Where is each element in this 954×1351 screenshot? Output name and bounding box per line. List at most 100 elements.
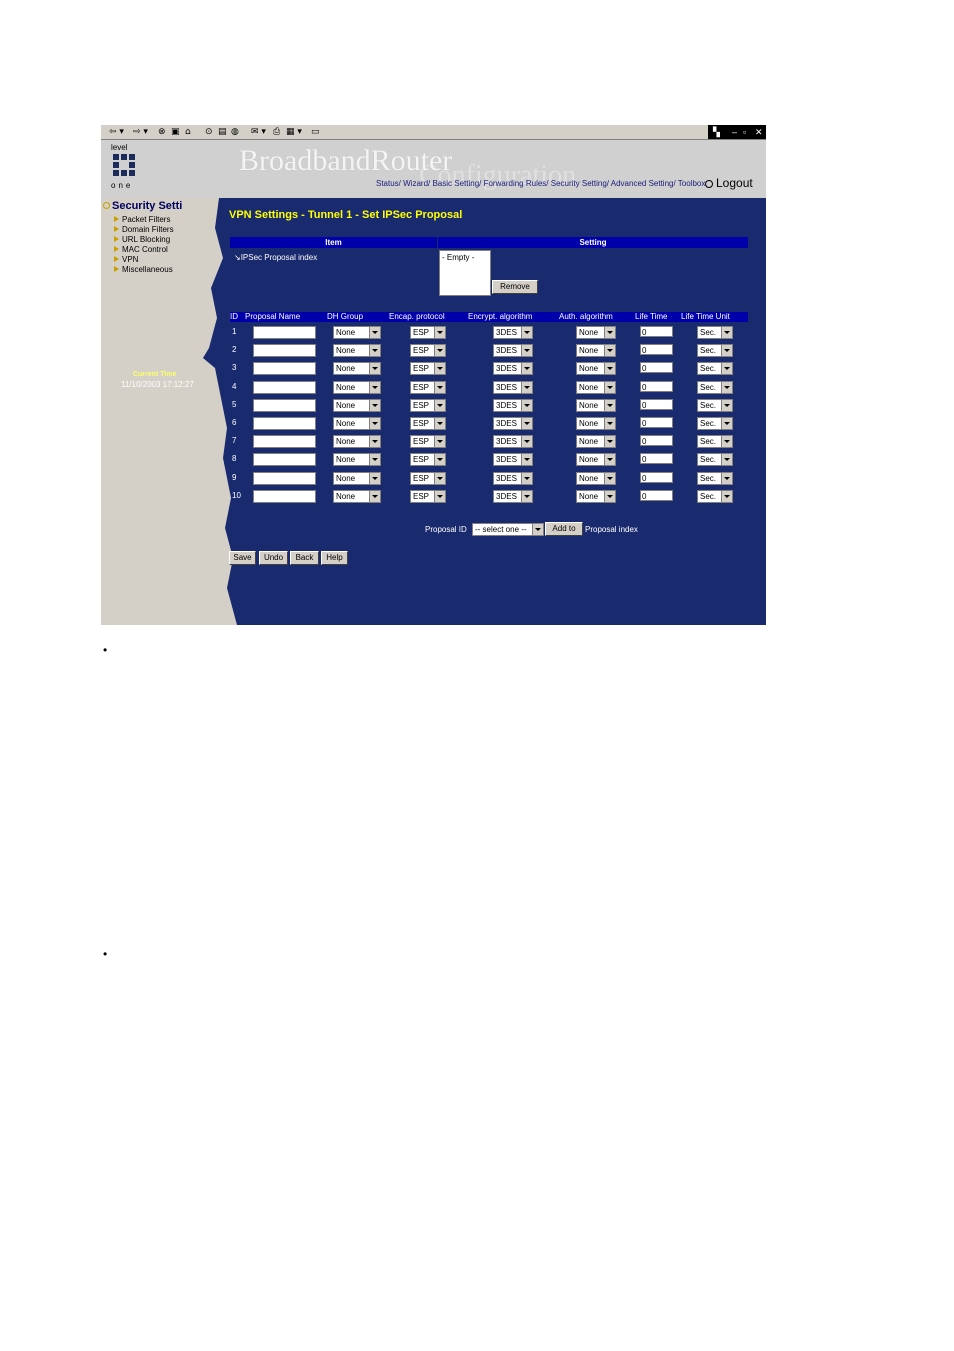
dh-group-select[interactable]: None [333, 435, 381, 449]
encap-protocol-select[interactable]: ESP [410, 417, 446, 430]
life-time-unit-select[interactable]: Sec. [697, 417, 733, 430]
life-time-unit-select[interactable]: Sec. [697, 453, 733, 467]
save-button[interactable]: Save [229, 551, 256, 565]
encap-protocol-select[interactable]: ESP [410, 435, 446, 449]
life-time-unit-select[interactable]: Sec. [697, 344, 733, 358]
encap-protocol-select[interactable]: ESP [410, 398, 446, 412]
life-time-input[interactable]: 0 [640, 344, 673, 356]
back-button[interactable]: Back [290, 551, 319, 565]
life-time-input[interactable]: 0 [640, 435, 673, 447]
encap-protocol-select[interactable]: ESP [410, 489, 446, 503]
proposal-name-input[interactable] [253, 435, 316, 449]
stop-icon[interactable]: ⊗ [158, 127, 166, 137]
encrypt-algorithm-select[interactable]: 3DES [493, 417, 533, 430]
dh-group-select[interactable]: None [333, 380, 381, 394]
sidebar-item-url-blocking[interactable]: URL Blocking [114, 235, 170, 244]
proposal-name-input[interactable] [253, 471, 316, 485]
proposal-name-input[interactable] [253, 326, 316, 339]
life-time-input[interactable]: 0 [640, 326, 673, 337]
proposal-name-input[interactable] [253, 344, 316, 358]
life-time-unit-select[interactable]: Sec. [697, 435, 733, 449]
dh-group-select[interactable]: None [333, 417, 381, 430]
help-button[interactable]: Help [321, 551, 348, 565]
auth-algorithm-select[interactable]: None [576, 435, 616, 449]
home-icon[interactable]: ⌂ [185, 127, 191, 137]
auth-algorithm-select[interactable]: None [576, 453, 616, 467]
sidebar-item-miscellaneous[interactable]: Miscellaneous [114, 265, 173, 274]
auth-algorithm-select[interactable]: None [576, 489, 616, 503]
life-time-input[interactable]: 0 [640, 471, 673, 483]
history-icon[interactable]: ◍ [231, 127, 239, 137]
encrypt-algorithm-select[interactable]: 3DES [493, 489, 533, 503]
life-time-input[interactable]: 0 [640, 380, 673, 392]
encap-protocol-select[interactable]: ESP [410, 471, 446, 485]
proposal-name-input[interactable] [253, 380, 316, 394]
dh-group-select[interactable]: None [333, 362, 381, 376]
forward-arrow-icon[interactable]: ⇨ ▾ [133, 127, 148, 137]
edit-icon[interactable]: ▦ ▾ [286, 127, 302, 137]
proposal-name-input[interactable] [253, 362, 316, 376]
refresh-icon[interactable]: ▣ [171, 127, 180, 137]
add-to-button[interactable]: Add to [545, 522, 583, 536]
life-time-unit-select[interactable]: Sec. [697, 398, 733, 412]
dh-group-select[interactable]: None [333, 326, 381, 339]
life-time-input[interactable]: 0 [640, 398, 673, 410]
encrypt-algorithm-select[interactable]: 3DES [493, 453, 533, 467]
encap-protocol-select[interactable]: ESP [410, 344, 446, 358]
minimize-icon[interactable]: – [732, 125, 737, 139]
encrypt-algorithm-select[interactable]: 3DES [493, 362, 533, 376]
favorites-icon[interactable]: ▤ [218, 127, 227, 137]
auth-algorithm-select[interactable]: None [576, 362, 616, 376]
proposal-name-input[interactable] [253, 489, 316, 503]
dh-group-select[interactable]: None [333, 344, 381, 358]
back-arrow-icon[interactable]: ⇦ ▾ [109, 127, 124, 137]
proposal-name-input[interactable] [253, 398, 316, 412]
remove-button[interactable]: Remove [492, 280, 538, 294]
encrypt-algorithm-select[interactable]: 3DES [493, 435, 533, 449]
sidebar-title[interactable]: Security Setti [103, 200, 182, 212]
auth-algorithm-select[interactable]: None [576, 344, 616, 358]
encap-protocol-select[interactable]: ESP [410, 362, 446, 376]
restore-icon[interactable]: ▫ [743, 125, 746, 139]
undo-button[interactable]: Undo [259, 551, 288, 565]
auth-algorithm-select[interactable]: None [576, 398, 616, 412]
dh-group-select[interactable]: None [333, 489, 381, 503]
dh-group-select[interactable]: None [333, 471, 381, 485]
auth-algorithm-select[interactable]: None [576, 326, 616, 339]
encrypt-algorithm-select[interactable]: 3DES [493, 471, 533, 485]
life-time-input[interactable]: 0 [640, 417, 673, 428]
auth-algorithm-select[interactable]: None [576, 417, 616, 430]
proposal-index-listbox[interactable]: - Empty - [439, 250, 491, 296]
discuss-icon[interactable]: ▭ [311, 127, 320, 137]
mail-icon[interactable]: ✉ ▾ [251, 127, 266, 137]
life-time-unit-select[interactable]: Sec. [697, 489, 733, 503]
dh-group-select[interactable]: None [333, 453, 381, 467]
sidebar-item-mac-control[interactable]: MAC Control [114, 245, 168, 254]
sidebar-item-packet-filters[interactable]: Packet Filters [114, 215, 170, 224]
print-icon[interactable]: ⎙ [273, 127, 280, 137]
encrypt-algorithm-select[interactable]: 3DES [493, 398, 533, 412]
close-icon[interactable]: ✕ [755, 125, 763, 139]
encap-protocol-select[interactable]: ESP [410, 380, 446, 394]
life-time-unit-select[interactable]: Sec. [697, 471, 733, 485]
encrypt-algorithm-select[interactable]: 3DES [493, 326, 533, 339]
sidebar-item-domain-filters[interactable]: Domain Filters [114, 225, 174, 234]
life-time-input[interactable]: 0 [640, 362, 673, 374]
top-navigation[interactable]: Status/ Wizard/ Basic Setting/ Forwardin… [376, 179, 705, 188]
life-time-unit-select[interactable]: Sec. [697, 362, 733, 376]
encrypt-algorithm-select[interactable]: 3DES [493, 344, 533, 358]
encrypt-algorithm-select[interactable]: 3DES [493, 380, 533, 394]
auth-algorithm-select[interactable]: None [576, 380, 616, 394]
encap-protocol-select[interactable]: ESP [410, 453, 446, 467]
proposal-id-select[interactable]: -- select one -- [472, 523, 544, 536]
search-icon[interactable]: ⊙ [205, 127, 213, 137]
life-time-input[interactable]: 0 [640, 453, 673, 465]
life-time-input[interactable]: 0 [640, 489, 673, 501]
sidebar-item-vpn[interactable]: VPN [114, 255, 138, 264]
life-time-unit-select[interactable]: Sec. [697, 380, 733, 394]
logout-link[interactable]: Logout [705, 176, 753, 190]
auth-algorithm-select[interactable]: None [576, 471, 616, 485]
dh-group-select[interactable]: None [333, 398, 381, 412]
proposal-name-input[interactable] [253, 453, 316, 467]
life-time-unit-select[interactable]: Sec. [697, 326, 733, 339]
